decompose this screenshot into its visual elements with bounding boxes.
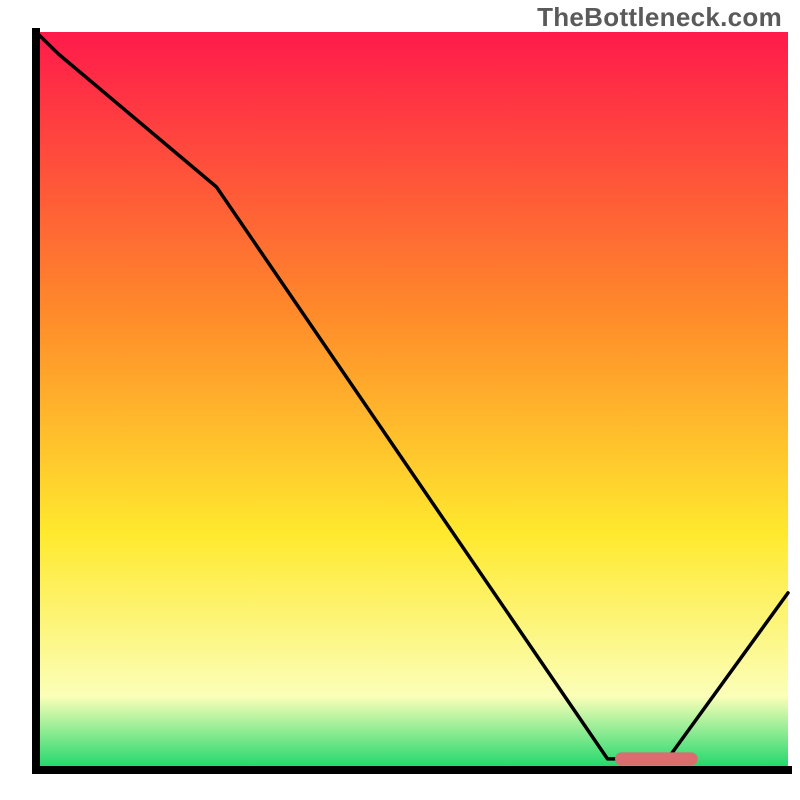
optimal-range-marker — [615, 752, 698, 765]
bottleneck-chart — [0, 0, 800, 800]
chart-container: TheBottleneck.com — [0, 0, 800, 800]
plot-background — [36, 32, 788, 770]
watermark-text: TheBottleneck.com — [537, 2, 782, 33]
